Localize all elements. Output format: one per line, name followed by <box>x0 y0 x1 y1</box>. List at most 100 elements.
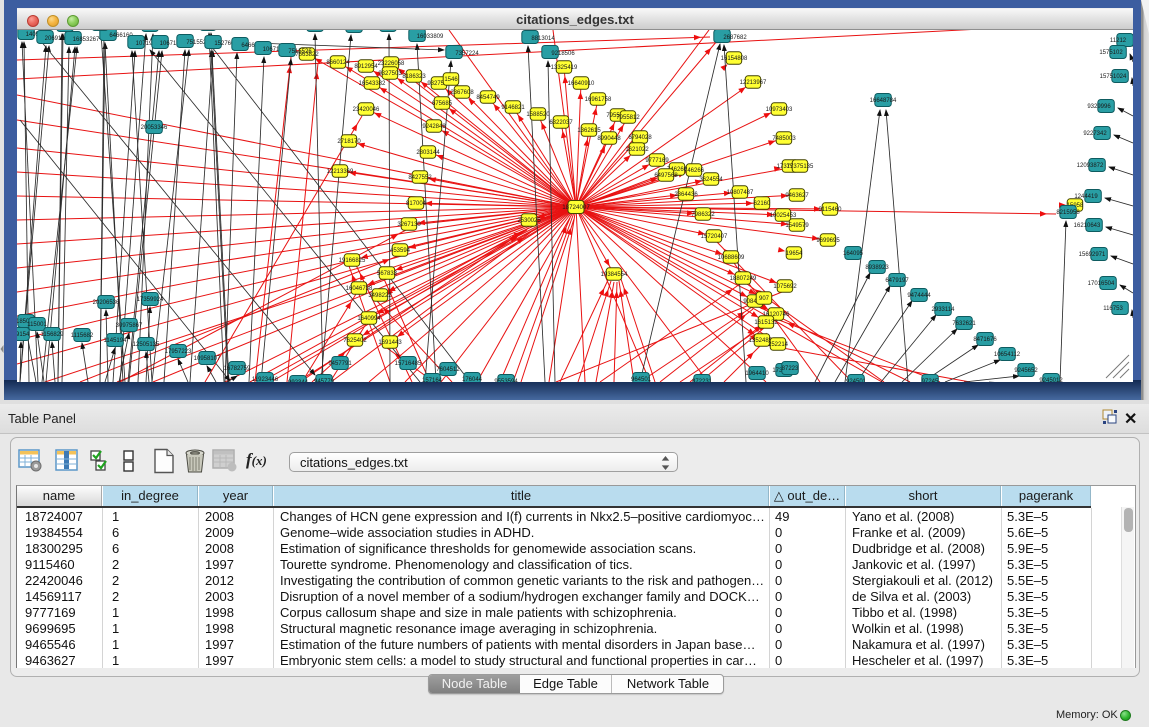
svg-text:817004: 817004 <box>406 201 427 207</box>
svg-text:23226058: 23226058 <box>378 61 405 67</box>
svg-text:10688609: 10688609 <box>718 255 745 261</box>
svg-text:1964410: 1964410 <box>745 371 769 377</box>
svg-text:8990448: 8990448 <box>597 136 621 142</box>
svg-text:8186323: 8186323 <box>402 74 426 80</box>
svg-text:1549579: 1549579 <box>785 223 809 229</box>
svg-text:7632621: 7632621 <box>952 321 976 327</box>
svg-text:1156829: 1156829 <box>41 332 65 338</box>
svg-text:11212: 11212 <box>1110 38 1127 44</box>
svg-text:924501: 924501 <box>846 379 867 382</box>
svg-text:16154808: 16154808 <box>721 56 748 62</box>
svg-text:12093872: 12093872 <box>1077 163 1104 169</box>
svg-text:8215958: 8215958 <box>1056 210 1080 216</box>
svg-text:11923446: 11923446 <box>252 377 279 382</box>
svg-text:16648784: 16648784 <box>870 98 897 104</box>
svg-text:39154: 39154 <box>17 332 30 338</box>
svg-text:8660124: 8660124 <box>326 60 350 66</box>
svg-text:746266: 746266 <box>684 168 705 174</box>
svg-text:2367608: 2367608 <box>450 90 474 96</box>
svg-text:19166825: 19166825 <box>339 258 366 264</box>
svg-text:12505135: 12505135 <box>133 342 160 348</box>
svg-text:6497568: 6497568 <box>654 173 678 179</box>
svg-text:8471676: 8471676 <box>973 337 997 343</box>
svg-text:1115682: 1115682 <box>71 333 94 339</box>
svg-text:1088327: 1088327 <box>355 30 379 31</box>
svg-text:97245: 97245 <box>922 379 939 382</box>
svg-text:7986322: 7986322 <box>691 212 715 218</box>
svg-text:15720407: 15720407 <box>701 234 728 240</box>
svg-text:872231: 872231 <box>692 379 713 382</box>
svg-text:1640994: 1640994 <box>357 316 381 322</box>
svg-text:10807487: 10807487 <box>727 190 754 196</box>
svg-text:15716485: 15716485 <box>395 361 422 367</box>
svg-text:567833: 567833 <box>377 271 398 277</box>
svg-text:8454749: 8454749 <box>476 95 500 101</box>
svg-text:10958107: 10958107 <box>194 356 221 362</box>
svg-text:9227342: 9227342 <box>1083 131 1107 137</box>
svg-text:157164: 157164 <box>422 378 443 382</box>
svg-text:2718170: 2718170 <box>337 139 361 145</box>
svg-text:1691443: 1691443 <box>378 340 402 346</box>
svg-text:18807249: 18807249 <box>730 276 757 282</box>
svg-text:2933114: 2933114 <box>932 307 956 313</box>
svg-text:6479197: 6479197 <box>885 278 909 284</box>
svg-text:9242848: 9242848 <box>422 124 446 130</box>
svg-text:15751024: 15751024 <box>1100 74 1127 80</box>
svg-text:1588520: 1588520 <box>526 112 550 118</box>
svg-text:9699695: 9699695 <box>816 238 840 244</box>
svg-text:115001: 115001 <box>27 322 47 328</box>
svg-text:10654112: 10654112 <box>994 352 1021 358</box>
svg-text:7357224: 7357224 <box>455 51 479 57</box>
svg-text:20053346: 20053346 <box>141 125 168 131</box>
svg-text:7515526: 7515526 <box>288 49 312 55</box>
svg-text:453594: 453594 <box>390 248 411 254</box>
svg-text:1575102: 1575102 <box>1099 50 1123 56</box>
svg-text:3267130: 3267130 <box>397 222 421 228</box>
svg-text:19384554: 19384554 <box>601 272 628 278</box>
svg-text:16961758: 16961758 <box>585 97 612 103</box>
svg-text:1546: 1546 <box>444 77 458 83</box>
svg-text:7625402: 7625402 <box>343 338 367 344</box>
svg-text:16782759: 16782759 <box>224 366 251 372</box>
svg-text:9245652: 9245652 <box>1014 368 1038 374</box>
svg-text:9457791: 9457791 <box>328 361 352 367</box>
svg-text:675685: 675685 <box>432 101 453 107</box>
svg-text:17016504: 17016504 <box>1088 281 1115 287</box>
svg-text:992344: 992344 <box>288 380 309 382</box>
svg-text:9329996: 9329996 <box>1087 104 1111 110</box>
svg-text:9474444: 9474444 <box>907 293 931 299</box>
svg-text:20206536: 20206536 <box>93 300 120 306</box>
svg-text:945779: 945779 <box>314 379 335 382</box>
svg-text:2530025: 2530025 <box>517 218 541 224</box>
svg-text:7955812: 7955812 <box>616 115 640 121</box>
svg-text:1075692: 1075692 <box>773 284 797 290</box>
svg-text:17359924: 17359924 <box>137 297 164 303</box>
svg-text:9245012: 9245012 <box>1039 378 1063 382</box>
svg-text:87223: 87223 <box>782 366 799 372</box>
svg-text:17957223: 17957223 <box>165 349 192 355</box>
svg-text:9115460: 9115460 <box>819 207 843 213</box>
svg-text:16543382: 16543382 <box>359 81 386 87</box>
svg-text:1244419: 1244419 <box>1074 194 1098 200</box>
svg-text:3498222: 3498222 <box>368 293 392 299</box>
svg-text:16033809: 16033809 <box>417 34 444 40</box>
svg-text:1621022: 1621022 <box>625 147 649 153</box>
svg-text:2364436: 2364436 <box>674 192 698 198</box>
svg-text:1145194: 1145194 <box>104 338 128 344</box>
svg-text:13325419: 13325419 <box>551 65 578 71</box>
svg-text:8912954: 8912954 <box>354 64 378 70</box>
svg-text:9146821: 9146821 <box>501 105 525 111</box>
svg-text:9777169: 9777169 <box>645 158 669 164</box>
svg-text:9463627: 9463627 <box>785 193 809 199</box>
svg-text:252214: 252214 <box>768 342 789 348</box>
svg-text:18724007: 18724007 <box>562 204 590 211</box>
svg-text:6794028: 6794028 <box>628 135 652 141</box>
svg-text:7604512: 7604512 <box>436 367 460 373</box>
svg-text:15692971: 15692971 <box>1079 252 1106 258</box>
svg-text:964501: 964501 <box>631 377 652 382</box>
svg-text:2687682: 2687682 <box>723 35 747 41</box>
svg-text:1362615: 1362615 <box>577 128 601 134</box>
svg-text:17375135: 17375135 <box>787 164 814 170</box>
svg-text:907: 907 <box>759 296 770 302</box>
svg-text:176044: 176044 <box>462 377 483 382</box>
